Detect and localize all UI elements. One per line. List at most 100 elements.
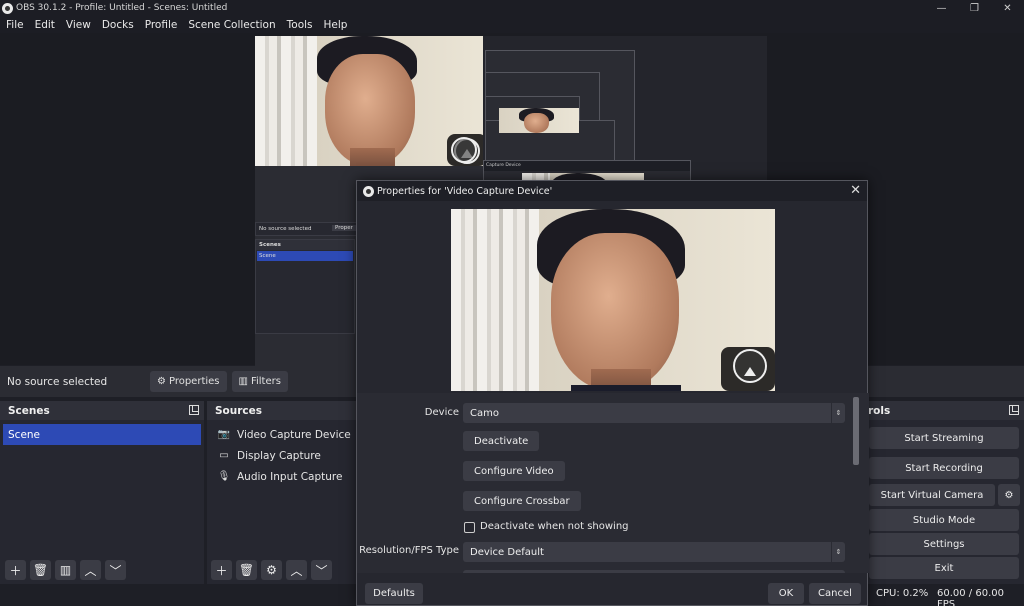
resolution-fps-type-select[interactable]: Device Default ⇕ xyxy=(463,542,845,562)
trash-icon: 🗑 xyxy=(238,563,255,577)
source-item-label: Display Capture xyxy=(237,449,321,462)
properties-dialog: Properties for 'Video Capture Device' ✕ … xyxy=(356,180,869,606)
nested-scene-item: Scene xyxy=(257,251,353,261)
gear-icon: ⚙ xyxy=(1004,489,1014,501)
scenes-toolbar: ＋ 🗑 ▥ ︿ ﹀ xyxy=(5,560,130,580)
title-bar: OBS 30.1.2 - Profile: Untitled - Scenes:… xyxy=(0,0,1024,16)
virtual-camera-settings-button[interactable]: ⚙ xyxy=(998,484,1020,506)
nested-window-title: Capture Device xyxy=(484,161,690,171)
properties-label: Properties xyxy=(168,376,220,387)
resolution-fps-type-value: Device Default xyxy=(470,546,544,558)
ok-button[interactable]: OK xyxy=(768,583,804,604)
dialog-title: Properties for 'Video Capture Device' xyxy=(377,185,553,197)
dialog-webcam-preview-image xyxy=(451,209,775,391)
menu-view[interactable]: View xyxy=(60,19,96,31)
menu-file[interactable]: File xyxy=(0,19,29,31)
nested-scenes-dock: Scenes Scene xyxy=(255,239,355,334)
updown-arrows-icon: ⇕ xyxy=(831,403,845,423)
nested-source-bar: No source selected Proper xyxy=(255,222,365,236)
start-virtual-camera-button[interactable]: Start Virtual Camera xyxy=(869,484,995,506)
start-recording-button[interactable]: Start Recording xyxy=(869,457,1019,479)
configure-video-button[interactable]: Configure Video xyxy=(463,461,565,481)
sources-dock-header: Sources xyxy=(207,401,359,420)
move-source-up-button[interactable]: ︿ xyxy=(286,560,307,580)
settings-button[interactable]: Settings xyxy=(869,533,1019,555)
scenes-dock: Scenes Scene ＋ 🗑 ▥ ︿ ﹀ xyxy=(0,401,204,584)
menu-bar: File Edit View Docks Profile Scene Colle… xyxy=(0,16,1024,33)
controls-dock-title: rols xyxy=(868,404,891,417)
cancel-button[interactable]: Cancel xyxy=(809,583,861,604)
scrollbar-thumb[interactable] xyxy=(853,397,859,465)
menu-scene-collection[interactable]: Scene Collection xyxy=(182,19,280,31)
menu-docks[interactable]: Docks xyxy=(96,19,139,31)
remove-source-button[interactable]: 🗑 xyxy=(236,560,257,580)
fps-readout: 60.00 / 60.00 FPS xyxy=(937,588,1004,606)
move-source-down-button[interactable]: ﹀ xyxy=(311,560,332,580)
window-controls: — ❐ ✕ xyxy=(925,0,1024,16)
camo-logo-icon xyxy=(733,349,767,383)
device-select[interactable]: Camo ⇕ xyxy=(463,403,845,423)
add-source-button[interactable]: ＋ xyxy=(211,560,232,580)
add-scene-button[interactable]: ＋ xyxy=(5,560,26,580)
maximize-button[interactable]: ❐ xyxy=(958,0,991,16)
source-item-label: Video Capture Device xyxy=(237,428,351,441)
source-properties-button[interactable]: ⚙ xyxy=(261,560,282,580)
monitor-icon: ▭ xyxy=(219,450,229,461)
filter-icon: ▥ xyxy=(238,376,248,387)
filters-button[interactable]: ▥ Filters xyxy=(231,371,288,392)
chevron-down-icon: ﹀ xyxy=(109,563,122,578)
device-select-value: Camo xyxy=(470,407,499,419)
close-window-button[interactable]: ✕ xyxy=(991,0,1024,16)
camo-logo-icon xyxy=(451,137,477,163)
properties-scrollbar[interactable] xyxy=(853,397,859,567)
scenes-dock-title: Scenes xyxy=(8,404,50,417)
deactivate-button[interactable]: Deactivate xyxy=(463,431,540,451)
dialog-close-button[interactable]: ✕ xyxy=(850,183,861,198)
properties-button[interactable]: ⚙ Properties xyxy=(150,371,227,392)
obs-logo-icon xyxy=(2,2,13,14)
gear-icon: ⚙ xyxy=(157,376,166,387)
defaults-button[interactable]: Defaults xyxy=(365,583,423,604)
nested-properties-text: Proper xyxy=(332,225,356,231)
source-item-display-capture[interactable]: ▭ Display Capture xyxy=(207,445,359,466)
properties-form: Device Camo ⇕ Deactivate Configure Video… xyxy=(357,393,869,573)
exit-button[interactable]: Exit xyxy=(869,557,1019,579)
obs-logo-icon xyxy=(363,185,374,197)
scene-list-item[interactable]: Scene xyxy=(3,424,201,445)
menu-profile[interactable]: Profile xyxy=(139,19,183,31)
menu-edit[interactable]: Edit xyxy=(29,19,60,31)
controls-dock: rols Start Streaming Start Recording Sta… xyxy=(862,401,1024,584)
deactivate-when-not-showing-checkbox[interactable] xyxy=(464,522,475,533)
configure-crossbar-button[interactable]: Configure Crossbar xyxy=(463,491,581,511)
sources-toolbar: ＋ 🗑 ⚙ ︿ ﹀ xyxy=(211,560,336,580)
scene-filters-button[interactable]: ▥ xyxy=(55,560,76,580)
sources-dock-title: Sources xyxy=(215,404,263,417)
scenes-dock-header: Scenes xyxy=(0,401,204,420)
filters-label: Filters xyxy=(250,376,281,387)
source-item-video-capture[interactable]: 📷 Video Capture Device xyxy=(207,424,359,445)
chevron-up-icon: ︿ xyxy=(290,563,303,578)
move-scene-up-button[interactable]: ︿ xyxy=(80,560,101,580)
undock-icon[interactable] xyxy=(189,405,199,415)
dialog-title-bar: Properties for 'Video Capture Device' ✕ xyxy=(357,181,867,201)
source-status-text: No source selected xyxy=(7,375,108,388)
menu-tools[interactable]: Tools xyxy=(281,19,318,31)
remove-scene-button[interactable]: 🗑 xyxy=(30,560,51,580)
undock-icon[interactable] xyxy=(1009,405,1019,415)
chevron-down-icon: ﹀ xyxy=(315,563,328,578)
start-streaming-button[interactable]: Start Streaming xyxy=(869,427,1019,449)
minimize-button[interactable]: — xyxy=(925,0,958,16)
deactivate-when-not-showing-label: Deactivate when not showing xyxy=(480,521,629,532)
filter-icon: ▥ xyxy=(59,563,72,577)
chevron-up-icon: ︿ xyxy=(84,563,97,578)
move-scene-down-button[interactable]: ﹀ xyxy=(105,560,126,580)
studio-mode-button[interactable]: Studio Mode xyxy=(869,509,1019,531)
next-field-partial[interactable] xyxy=(463,570,845,573)
source-item-audio-input[interactable]: 🎙 Audio Input Capture xyxy=(207,466,359,487)
window-title: OBS 30.1.2 - Profile: Untitled - Scenes:… xyxy=(16,3,228,13)
cpu-usage: CPU: 0.2% xyxy=(876,588,929,599)
menu-help[interactable]: Help xyxy=(318,19,353,31)
trash-icon: 🗑 xyxy=(32,563,49,577)
controls-dock-header: rols xyxy=(862,401,1024,420)
nested-no-source-text: No source selected xyxy=(259,226,312,232)
